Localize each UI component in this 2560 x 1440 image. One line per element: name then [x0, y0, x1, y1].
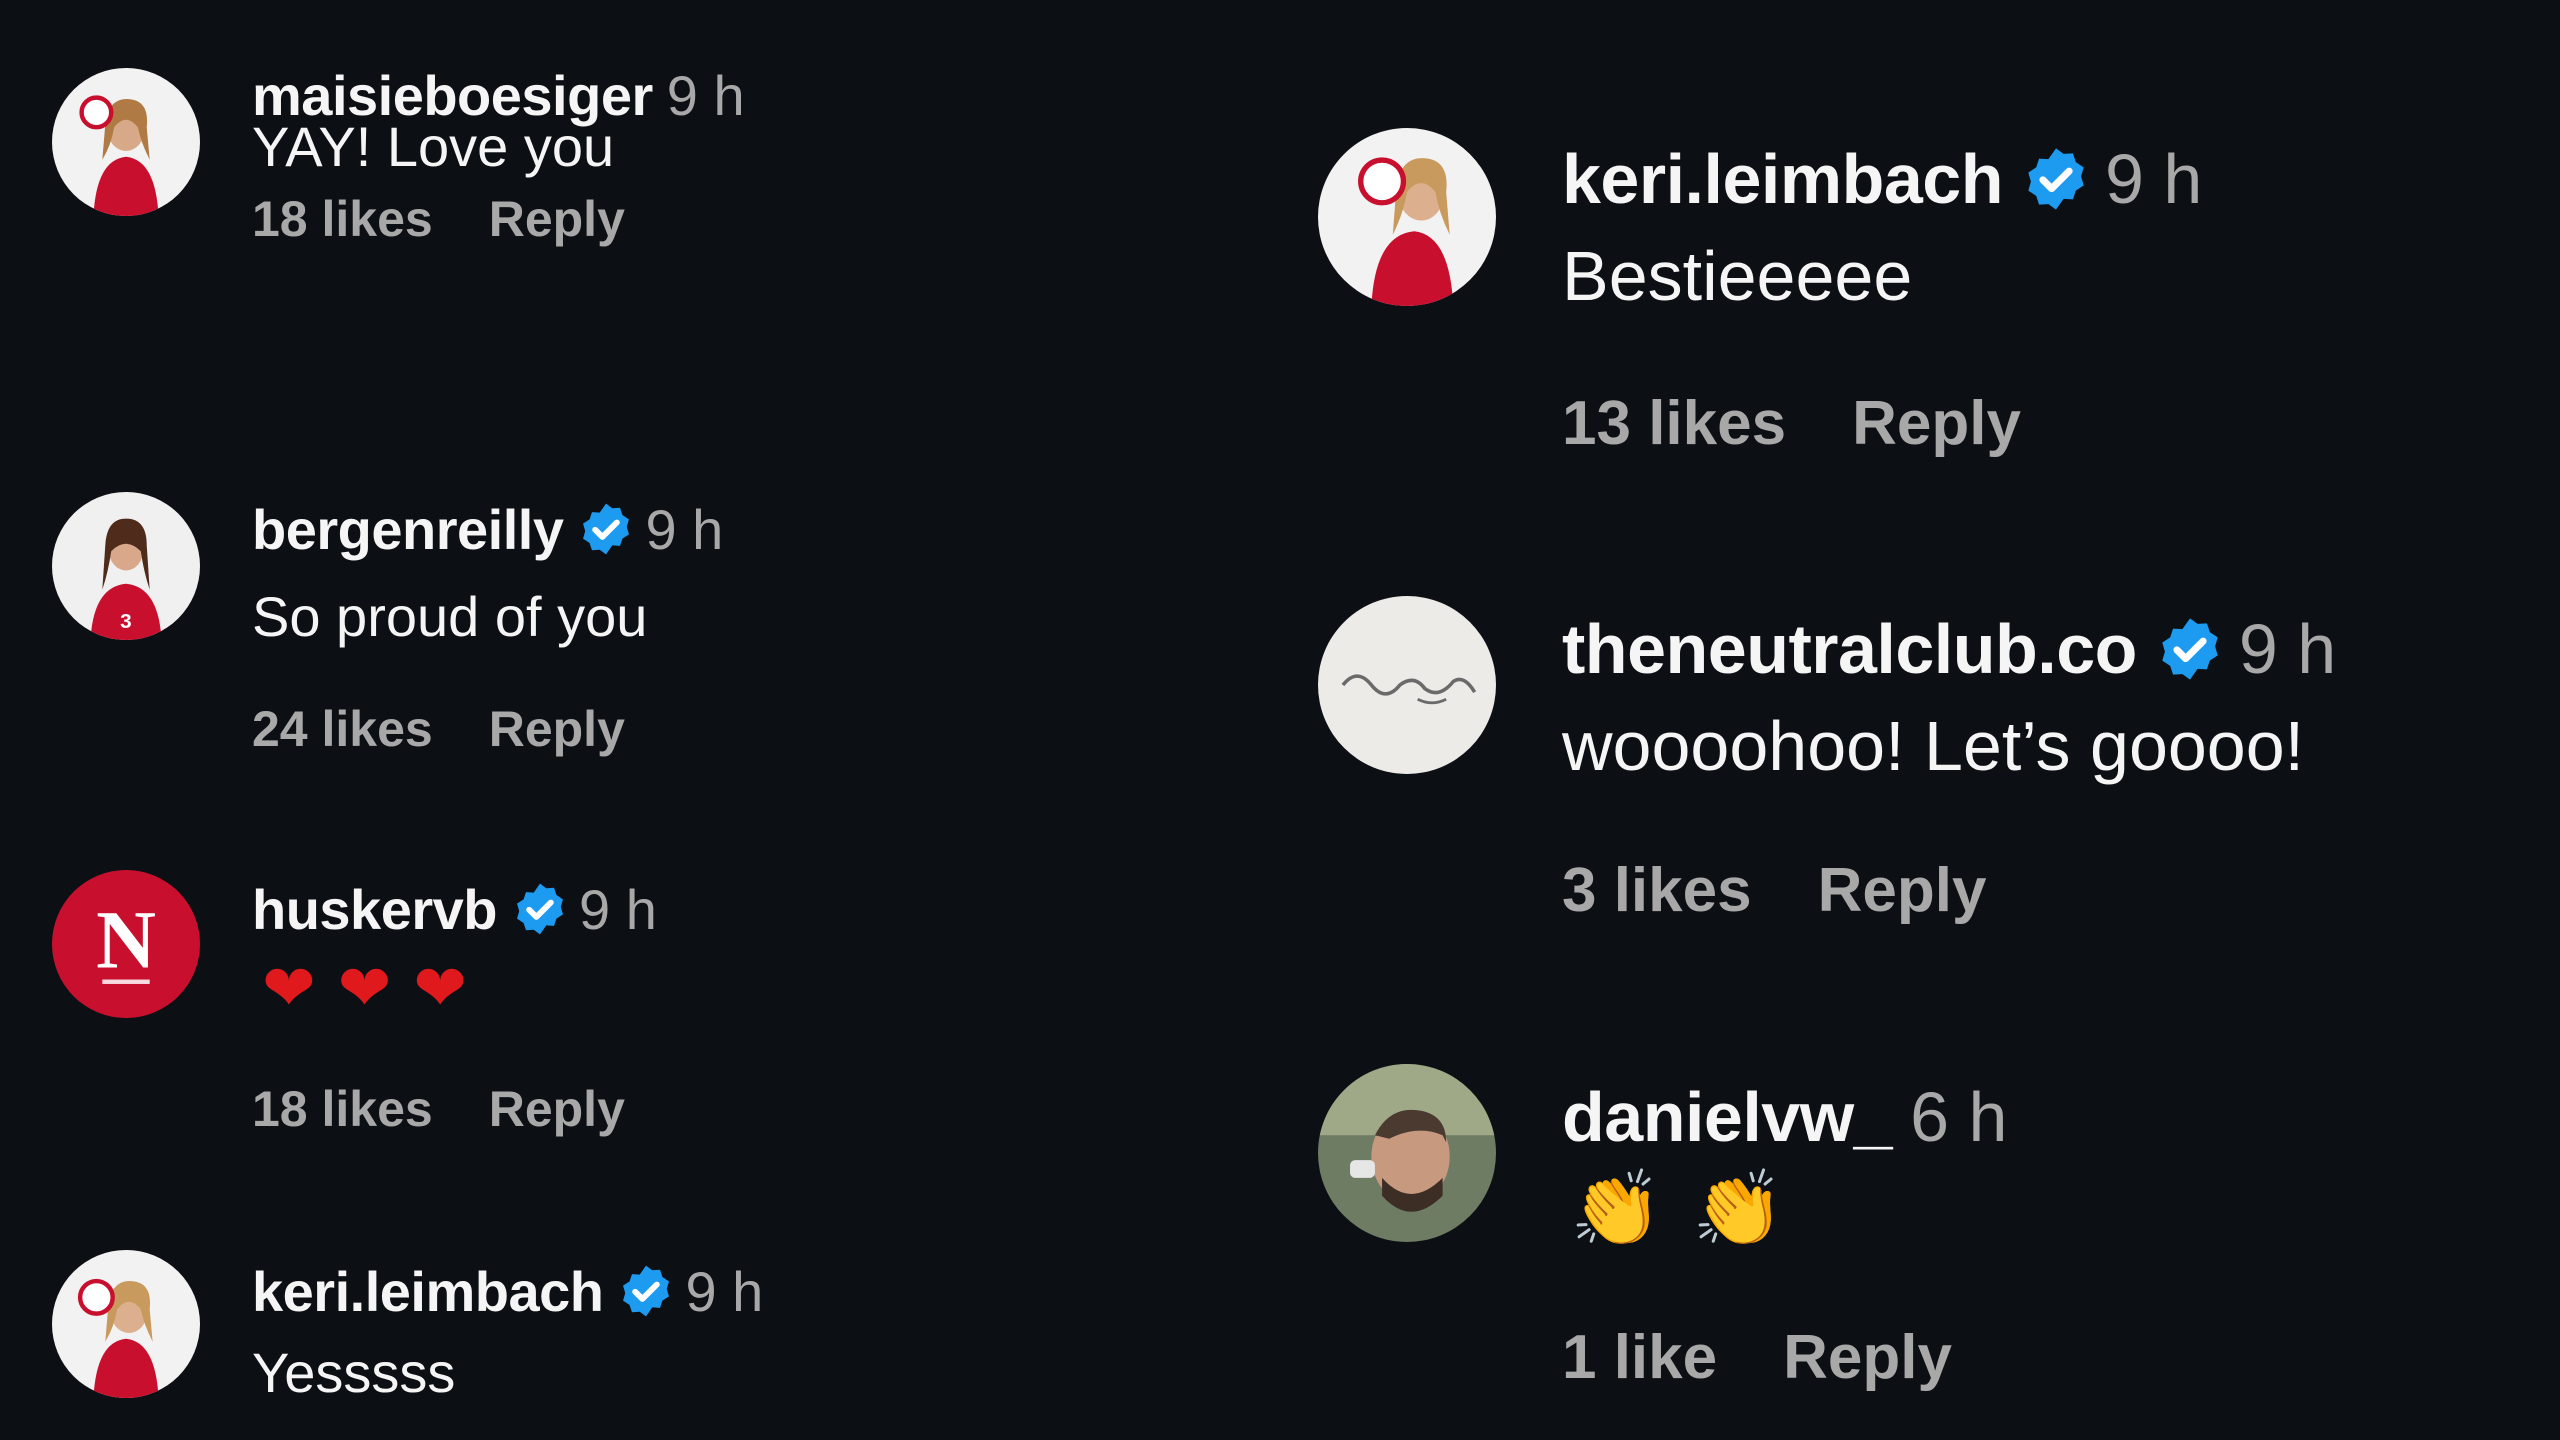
likes-count[interactable]: 24 likes [252, 701, 433, 757]
heart-icon: ❤ [337, 952, 392, 1026]
player-photo-avatar-icon [52, 1250, 200, 1398]
username[interactable]: danielvw_ [1562, 1077, 1893, 1157]
timestamp: 9 h [2104, 140, 2203, 218]
comment-meta: 13 likes Reply [1562, 388, 2021, 459]
verified-badge-icon [2155, 614, 2225, 684]
likes-count[interactable]: 1 like [1562, 1323, 1717, 1392]
likes-count[interactable]: 18 likes [252, 191, 433, 247]
reply-button[interactable]: Reply [1783, 1323, 1952, 1392]
timestamp: 9 h [645, 497, 724, 561]
timestamp: 9 h [666, 63, 745, 127]
reply-button[interactable]: Reply [1818, 856, 1987, 925]
verified-badge-icon [2021, 144, 2091, 214]
username[interactable]: keri.leimbach [1562, 139, 2003, 219]
comment-emoji: ❤ ❤ ❤ [262, 952, 489, 1026]
comment-text: Yesssss [252, 1341, 456, 1404]
comment-meta: 24 likes Reply [252, 700, 625, 758]
nebraska-n-logo-icon: N [52, 870, 200, 1018]
reply-button[interactable]: Reply [489, 1081, 625, 1137]
man-photo-avatar-icon [1318, 1064, 1496, 1242]
comment-text: YAY! Love you [252, 115, 615, 178]
verified-badge-icon [511, 880, 569, 938]
svg-text:3: 3 [120, 610, 132, 633]
timestamp: 9 h [579, 877, 657, 941]
avatar[interactable] [1318, 596, 1496, 774]
reply-button[interactable]: Reply [1852, 389, 2021, 458]
heart-icon: ❤ [413, 952, 467, 1026]
comment-meta: 1 like Reply [1562, 1322, 1952, 1393]
timestamp: 6 h [1910, 1078, 2008, 1156]
clapping-hands-icon: 👏 [1692, 1166, 1785, 1252]
comment-text: Bestieeeee [1562, 237, 1913, 315]
comment-text: So proud of you [252, 585, 648, 648]
comment-text: woooohoo! Let’s goooo! [1562, 707, 2305, 785]
avatar[interactable] [52, 1250, 200, 1398]
script-logo-avatar-icon [1318, 596, 1496, 774]
avatar[interactable] [1318, 1064, 1496, 1242]
username[interactable]: theneutralclub.co [1562, 609, 2137, 689]
likes-count[interactable]: 3 likes [1562, 856, 1752, 925]
username[interactable]: huskervb [252, 877, 498, 942]
reply-button[interactable]: Reply [489, 701, 625, 757]
timestamp: 9 h [2238, 610, 2337, 688]
likes-count[interactable]: 18 likes [252, 1081, 433, 1137]
avatar[interactable] [1318, 128, 1496, 306]
comment-emoji: 👏 👏 [1570, 1166, 1814, 1253]
verified-badge-icon [577, 500, 635, 558]
username[interactable]: keri.leimbach [252, 1259, 604, 1324]
comment-meta: 3 likes Reply [1562, 855, 1986, 926]
timestamp: 9 h [685, 1259, 764, 1323]
player-photo-avatar-icon: 3 [52, 492, 200, 640]
comment-meta: 18 likes Reply [252, 1080, 625, 1138]
reply-button[interactable]: Reply [489, 191, 625, 247]
clapping-hands-icon: 👏 [1570, 1166, 1663, 1252]
player-photo-avatar-icon [52, 68, 200, 216]
verified-badge-icon [617, 1262, 675, 1320]
avatar[interactable]: N [52, 870, 200, 1018]
heart-icon: ❤ [262, 952, 316, 1026]
avatar[interactable] [52, 68, 200, 216]
svg-text:N: N [96, 894, 156, 986]
player-photo-avatar-icon [1318, 128, 1496, 306]
avatar[interactable]: 3 [52, 492, 200, 640]
username[interactable]: bergenreilly [252, 497, 564, 562]
comment-meta: 18 likes Reply [252, 190, 625, 248]
likes-count[interactable]: 13 likes [1562, 389, 1786, 458]
